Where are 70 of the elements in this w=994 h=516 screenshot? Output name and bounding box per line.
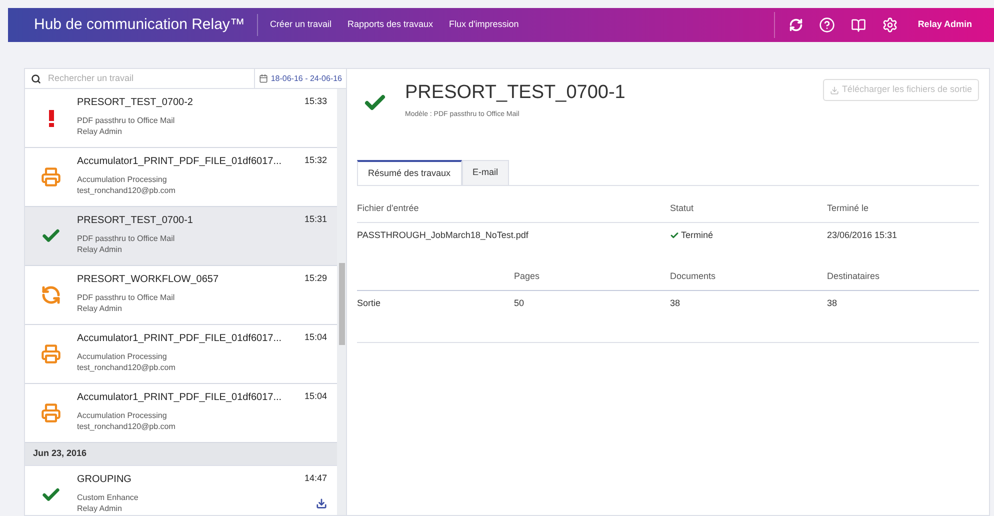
tab[interactable]: Résumé des travaux (357, 160, 462, 185)
refresh-icon[interactable] (788, 18, 803, 32)
job-list-item[interactable]: PRESORT_TEST_0700-1 15:31 PDF passthru to Office Mail Relay Admin (25, 207, 337, 266)
job-time: 15:04 (304, 331, 327, 344)
book-icon[interactable] (850, 18, 866, 32)
job-name: GROUPING (77, 473, 132, 487)
job-user: Relay Admin (77, 244, 123, 255)
nav-link[interactable]: Créer un travail (270, 18, 332, 32)
job-time: 15:32 (304, 154, 327, 167)
job-name: Accumulator1_PRINT_PDF_FILE_01df6017... (77, 155, 282, 169)
table-cell-text: Sortie (357, 296, 382, 310)
calendar-icon (258, 74, 268, 83)
search-input[interactable]: Rechercher un travail (48, 72, 248, 86)
table-cell-text: 38 (827, 296, 838, 310)
job-list-item[interactable]: Accumulator1_PRINT_PDF_FILE_01df6017... 15:32 Accumulation Processing test_ronchand120@pb.com (25, 148, 337, 207)
nav-link[interactable]: Rapports des travaux (347, 18, 434, 32)
job-list-item[interactable]: Accumulator1_PRINT_PDF_FILE_01df6017... 15:04 Accumulation Processing test_ronchand120@pb.com (25, 384, 337, 443)
job-list-item[interactable]: Accumulator1_PRINT_PDF_FILE_01df6017... 15:04 Accumulation Processing test_ronchand120@pb.com (25, 325, 337, 384)
date-group-header: Jun 23, 2016 (25, 443, 337, 466)
job-template: Accumulation Processing (77, 351, 168, 362)
job-template: Accumulation Processing (77, 174, 168, 185)
download-icon (830, 86, 839, 94)
table-cell-text: 23/06/2016 15:31 (827, 228, 898, 242)
column-header: Statut (670, 196, 827, 222)
tab[interactable]: E-mail (462, 160, 510, 185)
status-text: Terminé (681, 228, 714, 242)
job-time: 15:04 (304, 390, 327, 403)
column-header: Destinataires (827, 264, 979, 290)
table-cell-text: 50 (514, 296, 526, 310)
column-header: Documents (670, 264, 827, 290)
job-user: test_ronchand120@pb.com (77, 362, 176, 373)
nav-link[interactable]: Flux d'impression (449, 18, 519, 32)
job-user: test_ronchand120@pb.com (77, 185, 176, 196)
table-cell-text: PASSTHROUGH_JobMarch18_NoTest.pdf (357, 228, 530, 242)
column-header: Fichier d'entrée (357, 196, 670, 222)
column-header: Pages (514, 264, 670, 290)
job-template: Custom Enhance (77, 492, 138, 503)
user-menu[interactable]: Relay Admin (918, 18, 972, 32)
search-icon (31, 74, 41, 84)
date-range-picker[interactable]: 18-06-16 - 24-06-16 (254, 69, 346, 88)
help-icon[interactable] (818, 17, 835, 33)
job-user: test_ronchand120@pb.com (77, 421, 176, 432)
search-field[interactable]: Rechercher un travail (25, 69, 254, 88)
job-user: Relay Admin (77, 503, 123, 514)
job-template: PDF passthru to Office Mail (77, 115, 175, 126)
job-title: PRESORT_TEST_0700-1 (405, 81, 626, 105)
settings-icon[interactable] (882, 17, 898, 33)
column-header: Terminé le (827, 196, 979, 222)
job-time: 15:33 (304, 95, 327, 108)
job-name: PRESORT_TEST_0700-1 (77, 214, 193, 228)
job-list-item[interactable]: PRESORT_TEST_0700-2 15:33 PDF passthru to Office Mail Relay Admin (25, 89, 337, 148)
job-name: Accumulator1_PRINT_PDF_FILE_01df6017... (77, 332, 282, 346)
job-list-item[interactable]: GROUPING 14:47 Custom Enhance Relay Admin (25, 466, 337, 515)
checkmark-icon (670, 230, 679, 240)
app-title: Hub de communication Relay™ (34, 14, 258, 36)
job-time: 14:47 (304, 472, 327, 485)
download-icon[interactable] (316, 498, 327, 509)
job-template: PDF passthru to Office Mail (77, 292, 175, 303)
job-time: 15:31 (304, 213, 327, 226)
job-user: Relay Admin (77, 126, 123, 137)
job-template: Accumulation Processing (77, 410, 168, 421)
job-user: Relay Admin (77, 303, 123, 314)
job-name: PRESORT_WORKFLOW_0657 (77, 273, 219, 287)
job-name: PRESORT_TEST_0700-2 (77, 96, 193, 110)
scrollbar[interactable] (337, 89, 346, 515)
job-template: PDF passthru to Office Mail (77, 233, 175, 244)
job-list-item[interactable]: PRESORT_WORKFLOW_0657 15:29 PDF passthru to Office Mail Relay Admin (25, 266, 337, 325)
table-cell-text: 38 (670, 296, 682, 310)
job-time: 15:29 (304, 272, 327, 285)
job-name: Accumulator1_PRINT_PDF_FILE_01df6017... (77, 391, 282, 405)
